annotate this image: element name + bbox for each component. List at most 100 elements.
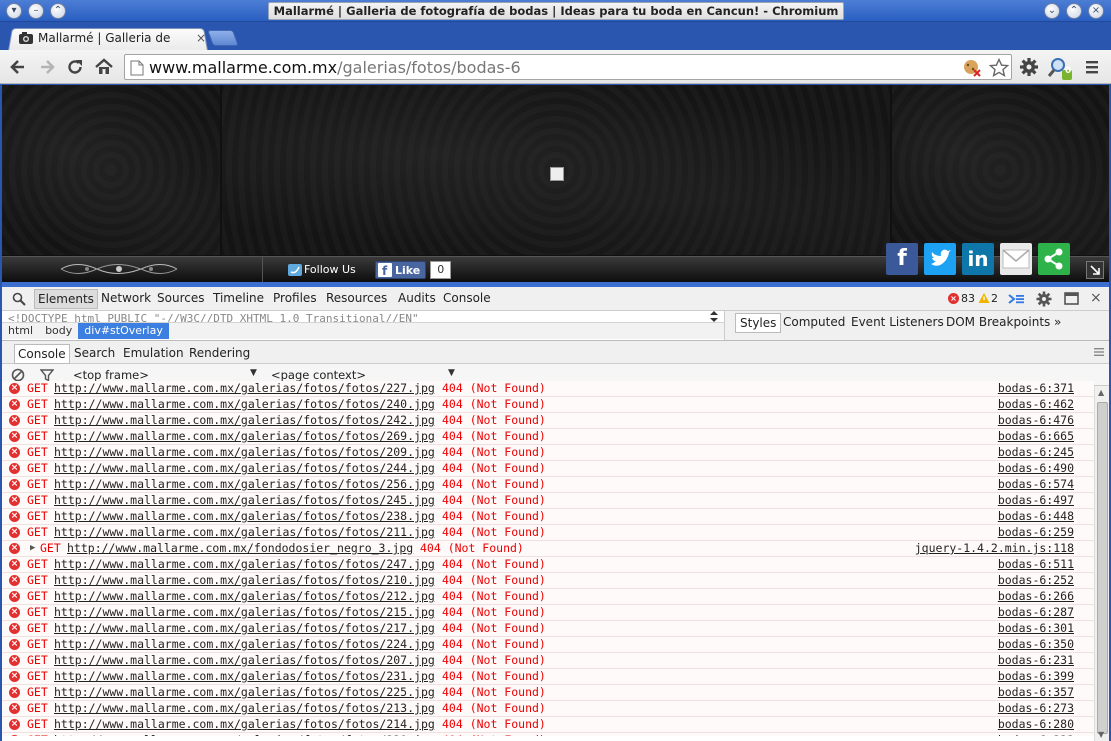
extension-search-icon[interactable]: 0 — [1047, 57, 1074, 80]
show-console-drawer-icon[interactable] — [1007, 292, 1025, 306]
source-location-link[interactable]: bodas-6:665 — [998, 429, 1074, 444]
tab-styles[interactable]: Styles — [735, 313, 782, 333]
request-url-link[interactable]: http://www.mallarme.com.mx/galerias/foto… — [54, 461, 435, 476]
tab-network[interactable]: Network — [101, 291, 151, 305]
source-location-link[interactable]: bodas-6:371 — [998, 381, 1074, 396]
request-url-link[interactable]: http://www.mallarme.com.mx/galerias/foto… — [54, 573, 435, 588]
dom-scroll-arrows-icon[interactable] — [708, 311, 720, 322]
back-icon[interactable] — [8, 57, 28, 77]
expand-triangle-icon[interactable]: ▶ — [30, 541, 35, 556]
clear-console-icon[interactable] — [11, 368, 25, 382]
bookmark-star-icon[interactable] — [989, 58, 1009, 78]
frame-select-arrow-icon[interactable]: ▼ — [250, 368, 257, 378]
more-tabs-icon[interactable]: » — [1054, 315, 1061, 329]
linkedin-share-icon[interactable]: in — [962, 243, 994, 275]
source-location-link[interactable]: bodas-6:266 — [998, 589, 1074, 604]
console-scrollbar[interactable]: ▲ ▼ — [1094, 386, 1109, 741]
source-location-link[interactable]: bodas-6:574 — [998, 477, 1074, 492]
email-share-icon[interactable] — [1000, 243, 1032, 275]
request-url-link[interactable]: http://www.mallarme.com.mx/galerias/foto… — [54, 621, 435, 636]
tab-timeline[interactable]: Timeline — [213, 291, 264, 305]
source-location-link[interactable]: bodas-6:511 — [998, 557, 1074, 572]
scroll-down-icon[interactable]: ▼ — [1098, 730, 1104, 739]
drawer-tab-console[interactable]: Console — [14, 344, 70, 364]
inspect-search-icon[interactable] — [12, 292, 26, 306]
source-location-link[interactable]: bodas-6:287 — [998, 605, 1074, 620]
forward-icon[interactable] — [37, 57, 57, 77]
devtools-close-icon[interactable]: × — [1090, 290, 1102, 306]
source-location-link[interactable]: jquery-1.4.2.min.js:118 — [915, 541, 1074, 556]
facebook-like-button[interactable]: f Like 0 — [375, 261, 452, 279]
source-location-link[interactable]: bodas-6:252 — [998, 573, 1074, 588]
twitter-follow-button[interactable]: Follow Us — [288, 263, 356, 276]
console-error-row[interactable]: × ▶ GET http://www.mallarme.com.mx/fondodos… — [2, 541, 1094, 557]
context-select-arrow-icon[interactable]: ▼ — [448, 368, 455, 378]
request-url-link[interactable]: http://www.mallarme.com.mx/galerias/foto… — [54, 477, 435, 492]
breadcrumb-div-stoverlay[interactable]: div#stOverlay — [78, 323, 169, 339]
tab-dom-breakpoints[interactable]: DOM Breakpoints — [946, 315, 1050, 329]
tab-audits[interactable]: Audits — [398, 291, 436, 305]
source-location-link[interactable]: bodas-6:231 — [998, 653, 1074, 668]
drawer-menu-icon[interactable] — [1094, 347, 1104, 357]
source-location-link[interactable]: bodas-6:476 — [998, 413, 1074, 428]
facebook-share-icon[interactable]: f — [886, 243, 918, 275]
tab-resources[interactable]: Resources — [326, 291, 387, 305]
breadcrumb-body[interactable]: body — [39, 323, 78, 339]
tab-console[interactable]: Console — [443, 291, 491, 305]
scrollbar-thumb[interactable] — [1097, 402, 1108, 734]
warning-count[interactable]: 2 — [991, 292, 998, 305]
home-icon[interactable] — [94, 57, 114, 77]
window-maximize-icon[interactable]: ⌃ — [1066, 3, 1082, 19]
menu-icon[interactable] — [1082, 57, 1102, 77]
request-url-link[interactable]: http://www.mallarme.com.mx/galerias/foto… — [54, 653, 435, 668]
devtools-settings-gear-icon[interactable] — [1036, 291, 1052, 307]
source-location-link[interactable]: bodas-6:259 — [998, 525, 1074, 540]
filter-icon[interactable] — [40, 368, 54, 382]
address-bar[interactable]: www.mallarme.com.mx/galerias/fotos/bodas… — [124, 54, 1012, 80]
frame-select[interactable]: <top frame> — [73, 368, 149, 382]
request-url-link[interactable]: http://www.mallarme.com.mx/galerias/foto… — [54, 493, 435, 508]
source-location-link[interactable]: bodas-6:490 — [998, 461, 1074, 476]
dock-side-icon[interactable] — [1064, 292, 1080, 306]
scroll-up-icon[interactable]: ▲ — [1098, 388, 1104, 397]
share-icon[interactable] — [1038, 243, 1070, 275]
window-minimize-icon[interactable]: ⌄ — [1044, 3, 1060, 19]
request-url-link[interactable]: http://www.mallarme.com.mx/galerias/foto… — [54, 733, 435, 736]
request-url-link[interactable]: http://www.mallarme.com.mx/galerias/foto… — [54, 589, 435, 604]
source-location-link[interactable]: bodas-6:350 — [998, 637, 1074, 652]
error-count[interactable]: 83 — [961, 292, 975, 305]
request-url-link[interactable]: http://www.mallarme.com.mx/galerias/foto… — [54, 557, 435, 572]
source-location-link[interactable]: bodas-6:280 — [998, 717, 1074, 732]
new-tab-button[interactable] — [207, 30, 239, 46]
drawer-tab-search[interactable]: Search — [74, 346, 115, 360]
tab-elements[interactable]: Elements — [34, 289, 98, 309]
request-url-link[interactable]: http://www.mallarme.com.mx/galerias/foto… — [54, 381, 435, 396]
tab-close-icon[interactable]: × — [196, 31, 206, 45]
tab-computed[interactable]: Computed — [783, 315, 845, 329]
request-url-link[interactable]: http://www.mallarme.com.mx/galerias/foto… — [54, 685, 435, 700]
window-close-icon[interactable]: × — [1088, 3, 1104, 19]
request-url-link[interactable]: http://www.mallarme.com.mx/galerias/foto… — [54, 605, 435, 620]
source-location-link[interactable]: bodas-6:322 — [998, 733, 1074, 736]
reload-icon[interactable] — [65, 57, 85, 77]
source-location-link[interactable]: bodas-6:399 — [998, 669, 1074, 684]
window-shade-icon[interactable]: ⌃ — [50, 3, 66, 19]
request-url-link[interactable]: http://www.mallarme.com.mx/galerias/foto… — [54, 413, 435, 428]
browser-tab-content[interactable]: Mallarmé | Galleria de × — [18, 30, 208, 46]
drawer-tab-rendering[interactable]: Rendering — [189, 346, 250, 360]
context-select[interactable]: <page context> — [271, 368, 366, 382]
request-url-link[interactable]: http://www.mallarme.com.mx/galerias/foto… — [54, 429, 435, 444]
request-url-link[interactable]: http://www.mallarme.com.mx/galerias/foto… — [54, 445, 435, 460]
request-url-link[interactable]: http://www.mallarme.com.mx/fondodosier_n… — [67, 541, 413, 556]
source-location-link[interactable]: bodas-6:448 — [998, 509, 1074, 524]
request-url-link[interactable]: http://www.mallarme.com.mx/galerias/foto… — [54, 669, 435, 684]
tab-sources[interactable]: Sources — [157, 291, 204, 305]
request-url-link[interactable]: http://www.mallarme.com.mx/galerias/foto… — [54, 717, 435, 732]
gear-icon[interactable] — [1019, 57, 1039, 77]
tab-event-listeners[interactable]: Event Listeners — [851, 315, 944, 329]
request-url-link[interactable]: http://www.mallarme.com.mx/galerias/foto… — [54, 525, 435, 540]
source-location-link[interactable]: bodas-6:273 — [998, 701, 1074, 716]
source-location-link[interactable]: bodas-6:462 — [998, 397, 1074, 412]
window-menu-icon[interactable]: ▾ — [6, 3, 22, 19]
tab-profiles[interactable]: Profiles — [273, 291, 317, 305]
